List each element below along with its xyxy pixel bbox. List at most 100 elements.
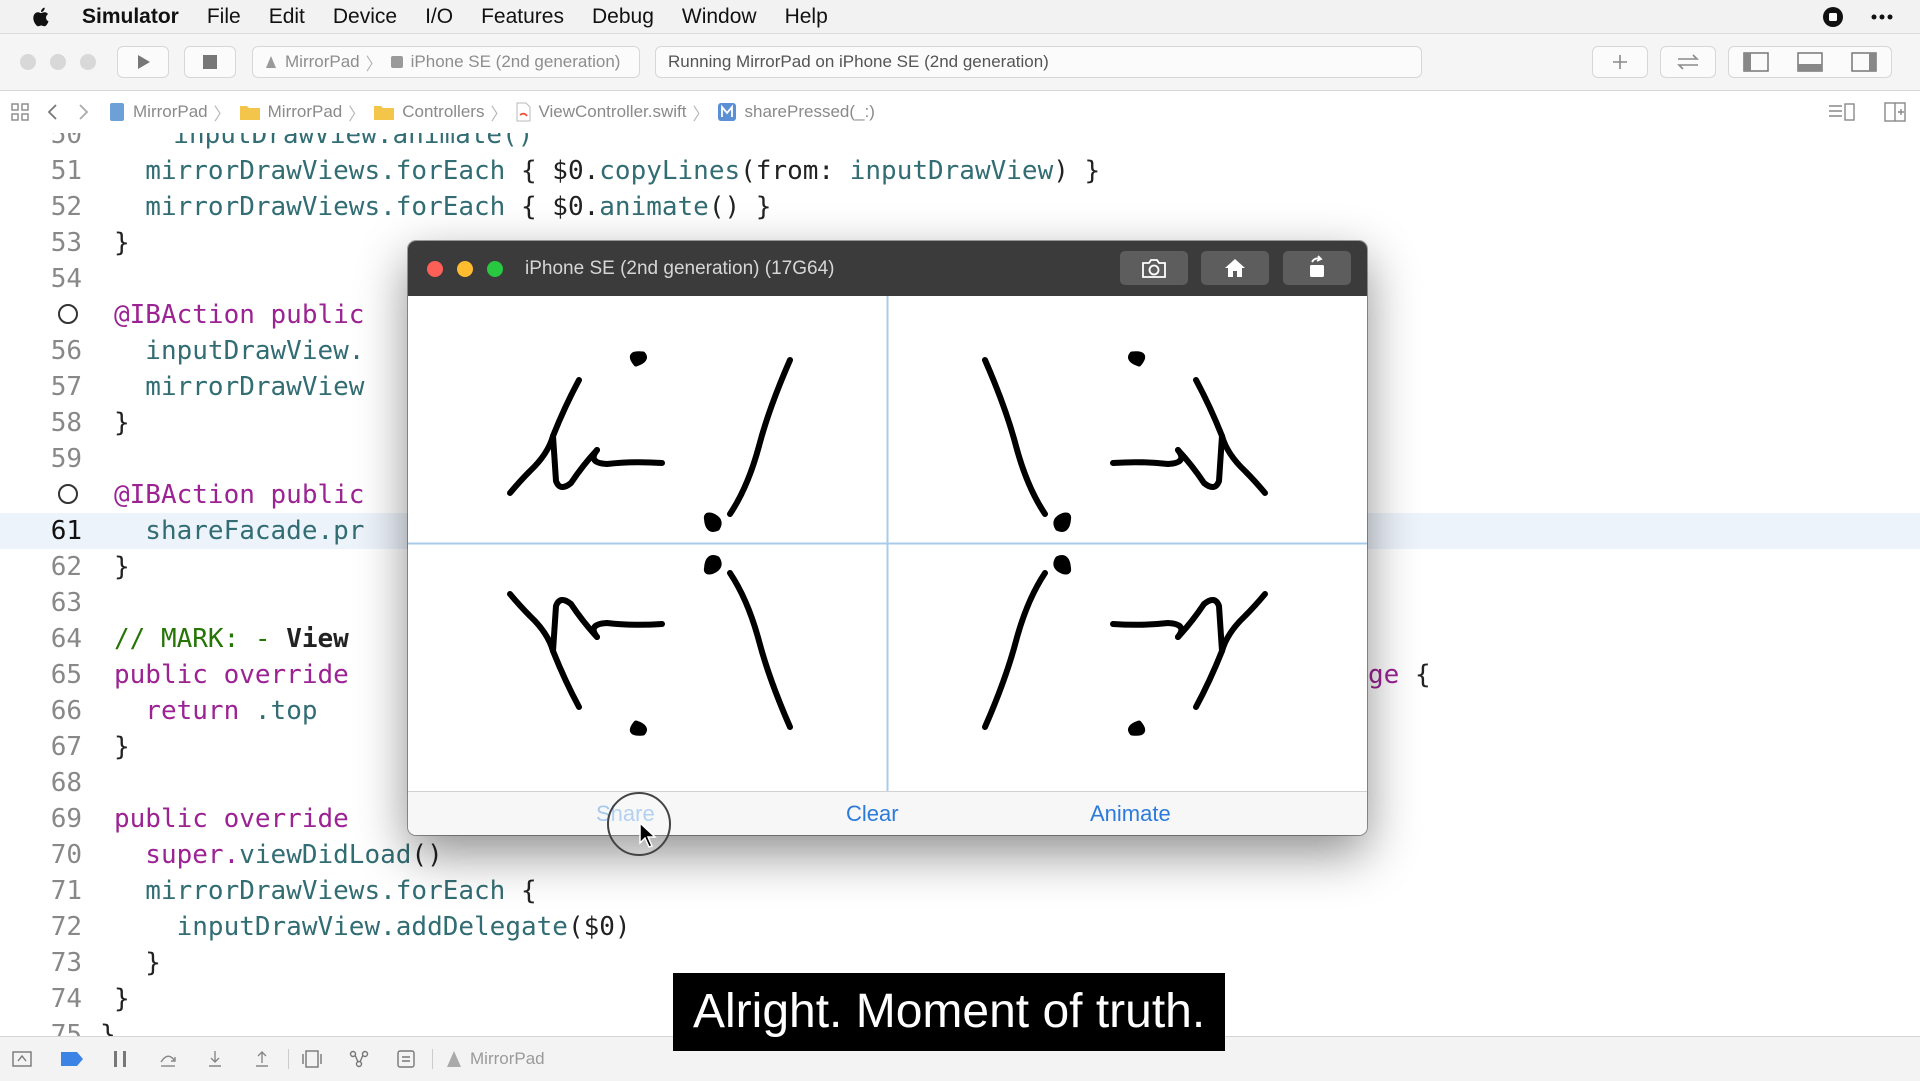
step-out-icon[interactable] [252, 1049, 272, 1069]
line-number: 54 [50, 264, 82, 294]
forward-arrow-icon[interactable] [76, 102, 90, 122]
related-items-grid-icon[interactable] [10, 102, 30, 122]
separator [432, 1049, 433, 1069]
scheme-selector[interactable]: MirrorPad 〉 iPhone SE (2nd generation) [252, 46, 640, 78]
video-subtitle: Alright. Moment of truth. [673, 973, 1226, 1051]
code-text: inputDrawView.addDelegate($0) [114, 912, 631, 942]
line-number: 63 [50, 588, 82, 618]
ibaction-connection-icon[interactable] [58, 304, 78, 324]
play-icon [138, 55, 150, 69]
inspector-panel-icon[interactable] [1851, 52, 1877, 72]
line-number: 74 [50, 984, 82, 1014]
screenshot-button[interactable] [1120, 251, 1188, 285]
project-file-icon [110, 103, 124, 121]
input-draw-view[interactable] [507, 351, 793, 532]
code-text-tail: ge { [1368, 660, 1431, 690]
breadcrumb-label: Controllers [402, 102, 485, 121]
chevron-right-icon: 〉 [490, 104, 508, 124]
add-editor-icon[interactable] [1884, 102, 1906, 122]
window-minimize-button[interactable] [50, 54, 66, 70]
xcode-toolbar: MirrorPad 〉 iPhone SE (2nd generation) R… [0, 34, 1920, 91]
line-number: 75 [50, 1020, 82, 1036]
swift-file-icon [516, 102, 531, 122]
sim-zoom-button[interactable] [487, 261, 503, 277]
line-number: 58 [50, 408, 82, 438]
folder-icon [374, 106, 395, 120]
view-hierarchy-icon[interactable] [302, 1049, 322, 1069]
device-icon [390, 56, 403, 68]
mirror-draw-view-bottom-right [982, 555, 1268, 736]
menu-device[interactable]: Device [333, 5, 397, 29]
menu-features[interactable]: Features [481, 5, 564, 29]
code-line: 70 super.viewDidLoad() [0, 837, 1920, 873]
code-text: @IBAction public [114, 300, 365, 330]
separator [288, 1049, 289, 1069]
menu-window[interactable]: Window [682, 5, 757, 29]
method-symbol-icon [718, 103, 737, 121]
app-target-icon [447, 1051, 461, 1067]
navigator-panel-icon[interactable] [1743, 52, 1769, 72]
back-arrow-icon[interactable] [46, 102, 60, 122]
menu-edit[interactable]: Edit [269, 5, 305, 29]
breadcrumb-group-mirrorpad[interactable]: MirrorPad [239, 102, 342, 122]
memory-graph-icon[interactable] [349, 1049, 369, 1069]
hide-debug-area-icon[interactable] [12, 1049, 32, 1069]
simulator-title-bar[interactable]: iPhone SE (2nd generation) (17G64) [408, 241, 1367, 296]
drawing-canvas[interactable] [408, 296, 1367, 791]
stop-button[interactable] [184, 46, 236, 78]
sim-minimize-button[interactable] [457, 261, 473, 277]
line-number: 64 [50, 624, 82, 654]
chevron-right-icon: 〉 [213, 104, 231, 124]
window-close-button[interactable] [20, 54, 36, 70]
mirror-draw-view-bottom-left [507, 555, 793, 736]
code-text: } [114, 228, 130, 258]
run-button[interactable] [117, 46, 169, 78]
code-text: public override [114, 660, 349, 690]
menu-io[interactable]: I/O [425, 5, 453, 29]
sim-close-button[interactable] [427, 261, 443, 277]
breadcrumb-group-controllers[interactable]: Controllers [373, 102, 484, 122]
window-zoom-button[interactable] [80, 54, 96, 70]
menu-app-name[interactable]: Simulator [82, 5, 179, 29]
editor-options-icon[interactable] [1828, 102, 1856, 122]
debug-target-label[interactable]: MirrorPad [470, 1049, 545, 1069]
chevron-right-icon: 〉 [692, 104, 710, 124]
environment-overrides-icon[interactable] [396, 1049, 416, 1069]
code-review-button[interactable] [1660, 46, 1716, 78]
ibaction-connection-icon[interactable] [58, 484, 78, 504]
menu-help[interactable]: Help [785, 5, 828, 29]
code-text: } [114, 732, 130, 762]
debug-panel-icon[interactable] [1797, 52, 1823, 72]
app-target-icon [266, 56, 276, 68]
clear-button[interactable]: Clear [846, 792, 899, 835]
breadcrumb-file[interactable]: ViewController.swift [515, 102, 686, 122]
panel-toggle-group [1728, 46, 1892, 78]
pause-icon[interactable] [110, 1049, 130, 1069]
breakpoints-toggle-icon[interactable] [60, 1049, 84, 1069]
library-button[interactable] [1592, 46, 1648, 78]
step-over-icon[interactable] [158, 1049, 178, 1069]
menubar-status-area [1822, 0, 1894, 33]
line-number: 57 [50, 372, 82, 402]
code-line: 52 mirrorDrawViews.forEach { $0.animate(… [0, 189, 1920, 225]
line-number: 53 [50, 228, 82, 258]
menu-file[interactable]: File [207, 5, 241, 29]
home-button[interactable] [1201, 251, 1269, 285]
animate-button[interactable]: Animate [1090, 792, 1171, 835]
record-stop-icon[interactable] [1822, 6, 1844, 28]
breadcrumb-label: MirrorPad [133, 102, 208, 121]
swap-arrows-icon [1677, 54, 1699, 70]
apple-icon[interactable] [31, 6, 53, 28]
rotate-button[interactable] [1283, 251, 1351, 285]
line-number: 66 [50, 696, 82, 726]
breadcrumb-project[interactable]: MirrorPad [108, 102, 208, 122]
code-text: mirrorDrawView [114, 372, 365, 402]
menu-debug[interactable]: Debug [592, 5, 654, 29]
breadcrumb-method[interactable]: sharePressed(_:) [717, 102, 875, 122]
step-into-icon[interactable] [205, 1049, 225, 1069]
more-icon[interactable] [1870, 6, 1894, 28]
app-toolbar: Share Clear Animate [408, 791, 1367, 835]
code-line: 51 mirrorDrawViews.forEach { $0.copyLine… [0, 153, 1920, 189]
line-number: 69 [50, 804, 82, 834]
code-text: mirrorDrawViews.forEach { [114, 876, 537, 906]
